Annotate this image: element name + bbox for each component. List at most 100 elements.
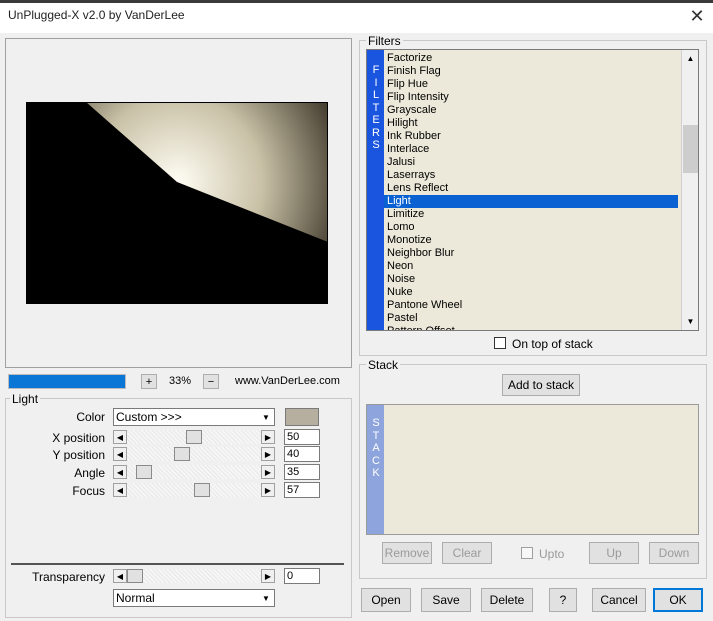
up-button[interactable]: Up <box>589 542 639 564</box>
filter-item[interactable]: Finish Flag <box>384 65 678 78</box>
blend-mode-dropdown[interactable]: Normal ▼ <box>113 589 275 607</box>
chevron-right-icon[interactable]: ▶ <box>261 447 275 461</box>
color-swatch[interactable] <box>285 408 319 426</box>
filter-item[interactable]: Lens Reflect <box>384 182 678 195</box>
filter-item[interactable]: Light <box>384 195 678 208</box>
zoom-in-button[interactable]: + <box>141 374 157 389</box>
filter-item[interactable]: Noise <box>384 273 678 286</box>
stack-group-label: Stack <box>366 358 401 372</box>
filter-item[interactable]: Lomo <box>384 221 678 234</box>
filters-scrollbar[interactable]: ▲ ▼ <box>681 50 698 330</box>
help-button[interactable]: ? <box>549 588 577 612</box>
filter-item[interactable]: Grayscale <box>384 104 678 117</box>
side-label-letter: I <box>374 76 378 89</box>
blend-mode-value: Normal <box>116 591 155 605</box>
on-top-label: On top of stack <box>512 337 593 351</box>
transparency-slider[interactable]: ◀ ▶ <box>113 569 275 583</box>
filter-item[interactable]: Pantone Wheel <box>384 299 678 312</box>
chevron-right-icon[interactable]: ▶ <box>261 465 275 479</box>
filter-item[interactable]: Neon <box>384 260 678 273</box>
stack-list[interactable]: STACK <box>366 404 699 535</box>
slider[interactable]: ◀ ▶ <box>113 465 275 479</box>
chevron-left-icon[interactable]: ◀ <box>113 430 127 444</box>
filter-item[interactable]: Pastel <box>384 312 678 325</box>
slider-track[interactable] <box>127 447 261 461</box>
filters-list[interactable]: FILTERS Factorize Finish Flag Flip Hue Flip… <box>366 49 699 331</box>
filter-item[interactable]: Laserrays <box>384 169 678 182</box>
chevron-left-icon[interactable]: ◀ <box>113 569 127 583</box>
slider-thumb[interactable] <box>127 569 143 583</box>
side-label-letter: C <box>372 454 380 467</box>
zoom-level: 33% <box>168 375 192 387</box>
chevron-left-icon[interactable]: ◀ <box>113 465 127 479</box>
filters-group-label: Filters <box>366 34 403 48</box>
filter-item[interactable]: Neighbor Blur <box>384 247 678 260</box>
slider[interactable]: ◀ ▶ <box>113 430 275 444</box>
render-progress-bar <box>8 374 126 389</box>
website-link[interactable]: www.VanDerLee.com <box>235 375 340 387</box>
filter-item[interactable]: Pattern Offset <box>384 325 678 330</box>
slider-thumb[interactable] <box>194 483 210 497</box>
save-button[interactable]: Save <box>421 588 471 612</box>
color-dropdown[interactable]: Custom >>> ▼ <box>113 408 275 426</box>
slider-value[interactable]: 40 <box>284 446 320 462</box>
down-button[interactable]: Down <box>649 542 699 564</box>
side-label-letter: R <box>372 126 380 139</box>
upto-label: Upto <box>539 547 565 561</box>
slider-thumb[interactable] <box>174 447 190 461</box>
filter-item[interactable]: Factorize <box>384 52 678 65</box>
slider-label: Focus <box>72 484 105 498</box>
light-group-label: Light <box>10 392 41 406</box>
filter-item[interactable]: Monotize <box>384 234 678 247</box>
on-top-checkbox[interactable] <box>494 337 506 349</box>
chevron-down-icon[interactable]: ▼ <box>259 410 273 424</box>
filter-item[interactable]: Nuke <box>384 286 678 299</box>
stack-side-bar: STACK <box>367 405 384 534</box>
side-label-letter: A <box>372 442 380 454</box>
filter-item[interactable]: Interlace <box>384 143 678 156</box>
clear-button[interactable]: Clear <box>442 542 492 564</box>
chevron-right-icon[interactable]: ▶ <box>261 430 275 444</box>
filter-item[interactable]: Ink Rubber <box>384 130 678 143</box>
slider[interactable]: ◀ ▶ <box>113 447 275 461</box>
cancel-button[interactable]: Cancel <box>592 588 646 612</box>
slider-thumb[interactable] <box>136 465 152 479</box>
upto-checkbox[interactable] <box>521 547 533 559</box>
scroll-down-icon[interactable]: ▼ <box>683 314 698 329</box>
slider-thumb[interactable] <box>186 430 202 444</box>
preview-image[interactable] <box>26 102 328 304</box>
chevron-right-icon[interactable]: ▶ <box>261 569 275 583</box>
ok-button[interactable]: OK <box>653 588 703 612</box>
slider[interactable]: ◀ ▶ <box>113 483 275 497</box>
filter-item[interactable]: Hilight <box>384 117 678 130</box>
scroll-up-icon[interactable]: ▲ <box>683 51 698 66</box>
slider-value[interactable]: 35 <box>284 464 320 480</box>
side-label-letter: S <box>372 139 380 151</box>
zoom-out-button[interactable]: − <box>203 374 219 389</box>
chevron-down-icon[interactable]: ▼ <box>259 591 273 605</box>
add-to-stack-button[interactable]: Add to stack <box>502 374 580 396</box>
delete-button[interactable]: Delete <box>481 588 533 612</box>
transparency-value[interactable]: 0 <box>284 568 320 584</box>
chevron-right-icon[interactable]: ▶ <box>261 483 275 497</box>
slider-value[interactable]: 57 <box>284 482 320 498</box>
divider-line <box>11 563 344 565</box>
window-title: UnPlugged-X v2.0 by VanDerLee <box>8 8 185 22</box>
transparency-label: Transparency <box>32 570 105 584</box>
filter-item[interactable]: Flip Intensity <box>384 91 678 104</box>
filters-items: Factorize Finish Flag Flip Hue Flip Intensi… <box>384 52 682 330</box>
open-button[interactable]: Open <box>361 588 411 612</box>
color-dropdown-value: Custom >>> <box>116 410 182 424</box>
slider-label: Angle <box>74 466 105 480</box>
filter-item[interactable]: Flip Hue <box>384 78 678 91</box>
slider-track[interactable] <box>127 569 261 583</box>
filter-item[interactable]: Jalusi <box>384 156 678 169</box>
scrollbar-thumb[interactable] <box>683 125 698 173</box>
slider-value[interactable]: 50 <box>284 429 320 445</box>
remove-button[interactable]: Remove <box>382 542 432 564</box>
close-icon[interactable]: ✕ <box>689 6 705 27</box>
filter-item[interactable]: Limitize <box>384 208 678 221</box>
side-label-letter: T <box>372 101 380 114</box>
chevron-left-icon[interactable]: ◀ <box>113 447 127 461</box>
chevron-left-icon[interactable]: ◀ <box>113 483 127 497</box>
